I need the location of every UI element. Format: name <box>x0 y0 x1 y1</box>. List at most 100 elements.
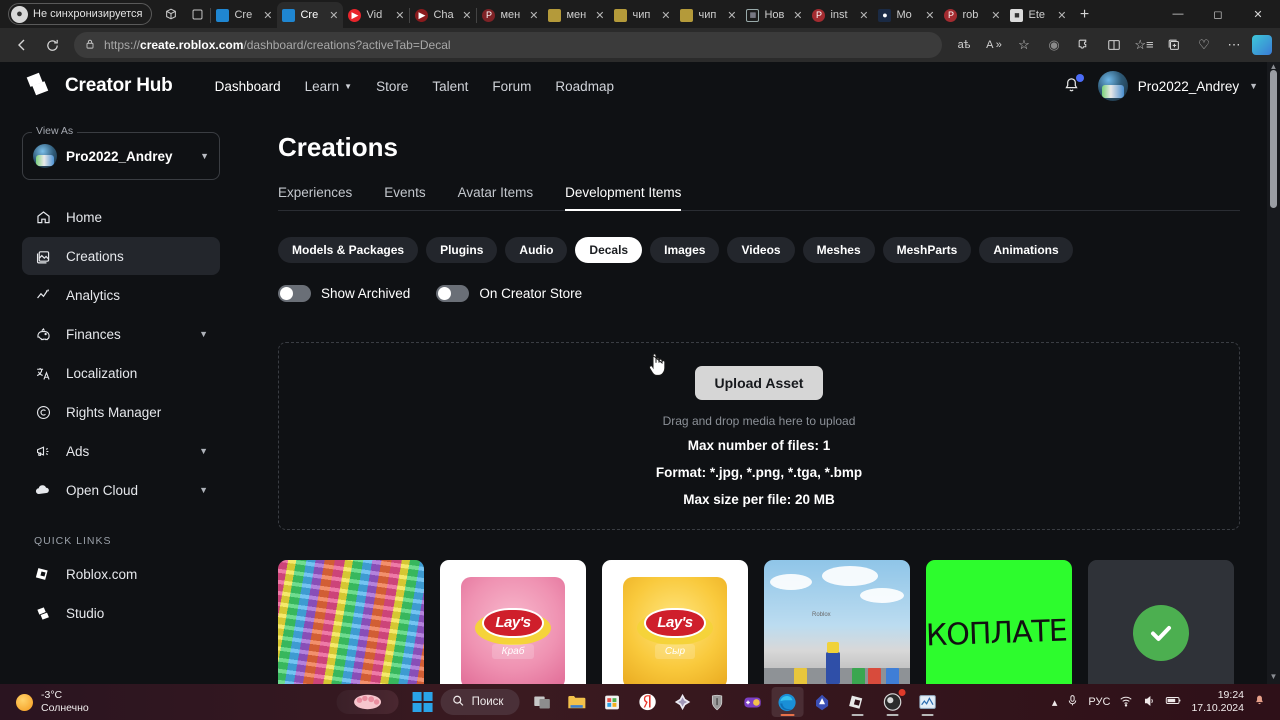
asset-card[interactable]: Lay's Краб <box>440 560 586 684</box>
chip-meshparts[interactable]: MeshParts <box>882 237 972 263</box>
asset-card[interactable]: КОПЛАТЕ <box>926 560 1072 684</box>
browser-tab[interactable]: чип ✕ <box>609 2 675 28</box>
restore-icon[interactable]: ◻ <box>1198 0 1238 28</box>
browser-essentials-icon[interactable]: ◉ <box>1040 31 1068 59</box>
chip-models-packages[interactable]: Models & Packages <box>278 237 419 263</box>
tab-avatar-items[interactable]: Avatar Items <box>458 185 534 210</box>
browser-tab[interactable]: P мен ✕ <box>477 2 543 28</box>
microsoft-store-icon[interactable] <box>596 687 628 717</box>
reload-icon[interactable] <box>38 31 66 59</box>
nav-store[interactable]: Store <box>376 79 408 94</box>
file-explorer-icon[interactable] <box>561 687 593 717</box>
close-icon[interactable]: ✕ <box>595 9 604 22</box>
scroll-down-icon[interactable]: ▼ <box>1267 672 1280 684</box>
volume-icon[interactable] <box>1142 694 1156 711</box>
browser-tab[interactable]: P inst ✕ <box>807 2 873 28</box>
chip-animations[interactable]: Animations <box>979 237 1073 263</box>
quick-link-studio[interactable]: Studio <box>22 594 220 632</box>
minimize-icon[interactable]: — <box>1158 0 1198 28</box>
toggle-switch[interactable] <box>278 285 311 302</box>
close-icon[interactable]: ✕ <box>529 9 538 22</box>
nav-forum[interactable]: Forum <box>492 79 531 94</box>
close-icon[interactable]: ✕ <box>727 9 736 22</box>
task-manager-icon[interactable] <box>911 687 943 717</box>
nav-learn[interactable]: Learn ▼ <box>305 79 352 94</box>
close-icon[interactable]: ✕ <box>925 9 934 22</box>
chevron-up-icon[interactable]: ▴ <box>1052 696 1058 709</box>
browser-tab[interactable]: ▶ Cha ✕ <box>410 2 476 28</box>
sidebar-item-creations[interactable]: Creations <box>22 237 220 275</box>
asset-card[interactable]: Roblox <box>764 560 910 684</box>
upload-dropzone[interactable]: Upload Asset Drag and drop media here to… <box>278 342 1240 530</box>
browser-tab[interactable]: P rob ✕ <box>939 2 1005 28</box>
sidebar-item-analytics[interactable]: Analytics <box>22 276 220 314</box>
tab-list-icon[interactable] <box>184 1 210 27</box>
favorites-icon[interactable]: ☆≡ <box>1130 31 1158 59</box>
browser-tab[interactable]: ▶ Vid ✕ <box>343 2 409 28</box>
world-of-tanks-icon[interactable] <box>701 687 733 717</box>
new-tab-button[interactable]: + <box>1071 2 1097 28</box>
close-icon[interactable]: ✕ <box>859 9 868 22</box>
sidebar-item-rights-manager[interactable]: Rights Manager <box>22 393 220 431</box>
upload-asset-button[interactable]: Upload Asset <box>694 365 824 400</box>
chip-decals[interactable]: Decals <box>575 237 643 263</box>
split-screen-icon[interactable] <box>1100 31 1128 59</box>
close-icon[interactable]: ✕ <box>1057 9 1066 22</box>
creator-hub-brand[interactable]: Creator Hub <box>22 69 173 104</box>
task-view-icon[interactable] <box>526 687 558 717</box>
read-aloud-icon[interactable]: aѣ <box>950 31 978 59</box>
copilot-icon[interactable] <box>1252 35 1272 55</box>
close-icon[interactable]: ✕ <box>1238 0 1278 28</box>
battery-icon[interactable] <box>1165 694 1182 710</box>
obs-studio-icon[interactable] <box>876 687 908 717</box>
weather-widget[interactable]: -3°C Солнечно <box>6 689 89 715</box>
language-indicator[interactable]: РУС <box>1088 696 1110 708</box>
chip-videos[interactable]: Videos <box>727 237 795 263</box>
sidebar-item-localization[interactable]: Localization <box>22 354 220 392</box>
valorant-icon[interactable] <box>806 687 838 717</box>
browser-tab[interactable]: чип ✕ <box>675 2 741 28</box>
toggle-show-archived[interactable]: Show Archived <box>278 285 410 302</box>
close-icon[interactable]: ✕ <box>991 9 1000 22</box>
favorite-star-icon[interactable]: ☆ <box>1010 31 1038 59</box>
scrollbar-thumb[interactable] <box>1270 70 1277 208</box>
quick-link-roblox-com[interactable]: Roblox.com <box>22 555 220 593</box>
nav-talent[interactable]: Talent <box>432 79 468 94</box>
microsoft-edge-icon[interactable] <box>771 687 804 717</box>
clock[interactable]: 19:24 17.10.2024 <box>1191 689 1244 715</box>
asset-card[interactable] <box>278 560 424 684</box>
browser-tab-active[interactable]: Cre ✕ <box>277 2 344 28</box>
extensions-icon[interactable] <box>1070 31 1098 59</box>
chip-images[interactable]: Images <box>650 237 720 263</box>
collections-icon[interactable] <box>1160 31 1188 59</box>
sidebar-item-open-cloud[interactable]: Open Cloud ▼ <box>22 471 220 509</box>
address-bar[interactable]: https://create.roblox.com/dashboard/crea… <box>74 32 942 58</box>
toggle-switch[interactable] <box>436 285 470 302</box>
nav-dashboard[interactable]: Dashboard <box>215 79 281 94</box>
immersive-reader-icon[interactable]: A » <box>980 31 1008 59</box>
yandex-browser-icon[interactable] <box>631 687 663 717</box>
close-icon[interactable]: ✕ <box>395 9 404 22</box>
close-icon[interactable]: ✕ <box>329 9 338 22</box>
user-menu[interactable]: Pro2022_Andrey ▼ <box>1097 71 1258 101</box>
page-scrollbar[interactable]: ▲ ▼ <box>1267 62 1280 684</box>
notification-bell-icon[interactable] <box>1253 694 1266 710</box>
microphone-icon[interactable] <box>1066 694 1079 710</box>
roblox-icon[interactable] <box>841 687 873 717</box>
chip-audio[interactable]: Audio <box>505 237 568 263</box>
close-icon[interactable]: ✕ <box>263 9 272 22</box>
tab-collections-icon[interactable] <box>158 1 184 27</box>
close-icon[interactable]: ✕ <box>661 9 670 22</box>
sidebar-item-home[interactable]: Home <box>22 198 220 236</box>
taskbar-search[interactable]: Поиск <box>440 689 520 715</box>
close-icon[interactable]: ✕ <box>462 9 471 22</box>
toggle-on-creator-store[interactable]: On Creator Store <box>436 285 582 302</box>
sidebar-item-finances[interactable]: Finances ▼ <box>22 315 220 353</box>
sidebar-item-ads[interactable]: Ads ▼ <box>22 432 220 470</box>
tab-events[interactable]: Events <box>384 185 425 210</box>
wifi-icon[interactable] <box>1119 694 1133 711</box>
view-as-selector[interactable]: View As Pro2022_Andrey ▼ <box>22 125 220 180</box>
pig-widget-icon[interactable] <box>336 690 399 714</box>
chip-meshes[interactable]: Meshes <box>802 237 875 263</box>
health-icon[interactable]: ♡ <box>1190 31 1218 59</box>
